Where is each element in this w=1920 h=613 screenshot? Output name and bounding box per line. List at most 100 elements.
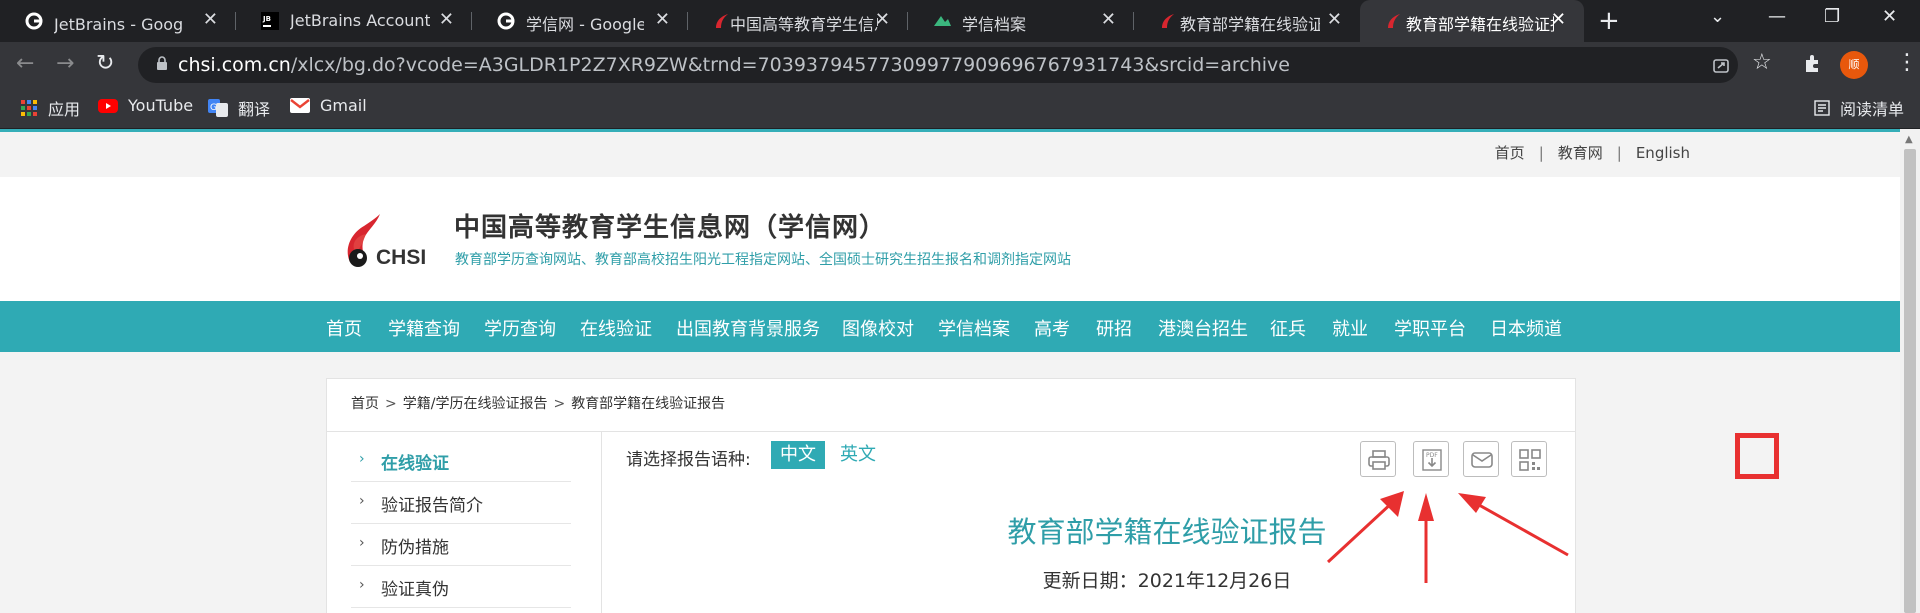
pdf-download-button[interactable]: PDF	[1413, 441, 1449, 477]
bookmark-translate[interactable]: G 翻译	[208, 96, 270, 120]
nav-item-degree-query[interactable]: 学历查询	[484, 315, 556, 341]
email-button[interactable]	[1463, 441, 1499, 477]
gmail-icon	[290, 98, 310, 113]
extensions-icon[interactable]	[1802, 54, 1822, 74]
report-title: 教育部学籍在线验证报告	[1007, 515, 1327, 549]
bookmark-label: YouTube	[128, 96, 194, 115]
chsi-logo[interactable]: CHSI	[336, 214, 436, 270]
new-tab-icon[interactable]: +	[1598, 6, 1620, 36]
bookmark-apps[interactable]: 应用	[20, 96, 80, 120]
avatar[interactable]: 顺	[1840, 51, 1868, 79]
toplink-home[interactable]: 首页	[1495, 144, 1525, 162]
bookmark-youtube[interactable]: YouTube	[98, 96, 193, 115]
browser-tab[interactable]: JB JetBrains Account ✕	[236, 0, 472, 42]
tab-title: 教育部学籍在线验证报	[1180, 15, 1320, 34]
bookmark-label: 翻译	[238, 100, 271, 119]
breadcrumb-current: 教育部学籍在线验证报告	[571, 396, 726, 412]
close-window-icon[interactable]: ✕	[1882, 6, 1897, 27]
nav-item-image-check[interactable]: 图像校对	[842, 315, 914, 341]
more-menu-icon[interactable]: ⋮	[1896, 50, 1918, 75]
svg-text:JB: JB	[262, 15, 271, 23]
close-tab-icon[interactable]: ✕	[1327, 9, 1342, 30]
url-host: chsi.com.cn	[178, 54, 291, 76]
sidebar-item-anti-fake[interactable]: › 防伪措施	[351, 523, 571, 566]
close-tab-icon[interactable]: ✕	[439, 9, 454, 30]
logo-text: CHSI	[376, 246, 426, 269]
page-scrollbar[interactable]: ▲	[1900, 129, 1920, 613]
nav-item-enrollment-query[interactable]: 学籍查询	[388, 315, 460, 341]
sidebar-item-label: 验证真伪	[381, 580, 449, 600]
qrcode-button[interactable]	[1511, 441, 1547, 477]
toplink-edu[interactable]: 教育网	[1558, 144, 1603, 162]
chevron-right-icon: ›	[359, 493, 365, 509]
sidebar-item-label: 防伪措施	[381, 538, 449, 558]
tab-title: 学信档案	[962, 15, 1027, 34]
browser-tab-active[interactable]: 教育部学籍在线验证报 ✕	[1360, 0, 1584, 42]
tab-search-icon[interactable]: ⌄	[1710, 6, 1725, 27]
scrollbar-thumb[interactable]	[1904, 149, 1916, 613]
nav-item-japan[interactable]: 日本频道	[1490, 315, 1562, 341]
web-page: 首页 | 教育网 | English CHSI 中国高等教育学生信息网（学信网） 教育部…	[0, 129, 1900, 613]
nav-item-archive[interactable]: 学信档案	[938, 315, 1010, 341]
apps-grid-icon	[21, 100, 37, 116]
bookmark-label: Gmail	[320, 96, 367, 115]
browser-tab[interactable]: JetBrains - Google 搜 ✕	[0, 0, 236, 42]
breadcrumb-home[interactable]: 首页	[351, 396, 379, 412]
share-icon[interactable]	[1712, 57, 1730, 75]
maximize-icon[interactable]: ❐	[1824, 6, 1840, 27]
bookmark-label: 应用	[48, 100, 81, 119]
chevron-right-icon: ›	[359, 535, 365, 551]
lock-icon	[157, 56, 167, 70]
language-english-button[interactable]: 英文	[831, 441, 885, 469]
chsi-icon	[716, 14, 728, 28]
sidebar-item-report-intro[interactable]: › 验证报告简介	[351, 481, 571, 524]
browser-tab[interactable]: 教育部学籍在线验证报 ✕	[1134, 0, 1360, 42]
nav-item-gaokao[interactable]: 高考	[1034, 315, 1070, 341]
site-title: 中国高等教育学生信息网（学信网）	[454, 213, 887, 243]
nav-item-career[interactable]: 学职平台	[1394, 315, 1466, 341]
browser-tab[interactable]: 中国高等教育学生信息 ✕	[688, 0, 908, 42]
close-tab-icon[interactable]: ✕	[1551, 9, 1566, 30]
close-tab-icon[interactable]: ✕	[655, 9, 670, 30]
nav-item-home[interactable]: 首页	[326, 315, 362, 341]
sidebar-item-verify-authentic[interactable]: › 验证真伪	[351, 565, 571, 608]
close-tab-icon[interactable]: ✕	[203, 9, 218, 30]
forward-icon[interactable]: →	[56, 51, 74, 76]
scroll-up-icon[interactable]: ▲	[1905, 134, 1913, 145]
bookmark-gmail[interactable]: Gmail	[290, 96, 367, 115]
nav-item-hmt[interactable]: 港澳台招生	[1158, 315, 1248, 341]
tab-title: 学信网 - Google 搜索	[526, 15, 644, 34]
browser-tab[interactable]: 学信档案 ✕	[908, 0, 1134, 42]
print-button[interactable]	[1360, 441, 1396, 477]
url-path: /xlcx/bg.do?vcode=A3GLDR1P2Z7XR9ZW&trnd=…	[290, 54, 1290, 76]
reading-list-button[interactable]: 阅读清单	[1814, 96, 1904, 120]
nav-item-online-verify[interactable]: 在线验证	[580, 315, 652, 341]
tab-title: 中国高等教育学生信息	[730, 15, 878, 34]
nav-item-abroad-service[interactable]: 出国教育背景服务	[676, 315, 820, 341]
tab-title: JetBrains - Google 搜	[54, 15, 184, 34]
pdf-download-icon: PDF	[1422, 449, 1442, 471]
language-label: 请选择报告语种:	[626, 450, 751, 470]
bookmark-star-icon[interactable]: ☆	[1752, 50, 1772, 75]
close-tab-icon[interactable]: ✕	[1101, 9, 1116, 30]
chsi-icon	[1162, 14, 1174, 28]
nav-item-jobs[interactable]: 就业	[1332, 315, 1368, 341]
minimize-icon[interactable]: —	[1768, 6, 1786, 27]
jetbrains-icon: JB	[261, 12, 279, 30]
qrcode-icon	[1519, 449, 1541, 471]
close-tab-icon[interactable]: ✕	[875, 9, 890, 30]
top-accent-line	[0, 129, 1900, 132]
toplink-english[interactable]: English	[1636, 144, 1690, 162]
nav-item-military[interactable]: 征兵	[1270, 315, 1306, 341]
chevron-right-icon: ›	[359, 577, 365, 593]
reload-icon[interactable]: ↻	[96, 51, 114, 76]
browser-tab[interactable]: 学信网 - Google 搜索 ✕	[472, 0, 688, 42]
pdf-highlight-box	[1735, 433, 1779, 479]
breadcrumb-verify-report[interactable]: 学籍/学历在线验证报告	[403, 396, 548, 412]
sidebar-item-online-verify[interactable]: › 在线验证	[351, 439, 571, 482]
language-chinese-button[interactable]: 中文	[771, 441, 825, 469]
address-bar[interactable]: chsi.com.cn/xlcx/bg.do?vcode=A3GLDR1P2Z7…	[138, 47, 1738, 83]
main-navigation: 首页 学籍查询 学历查询 在线验证 出国教育背景服务 图像校对 学信档案 高考 …	[0, 301, 1900, 352]
back-icon[interactable]: ←	[16, 51, 34, 76]
nav-item-yanzhao[interactable]: 研招	[1096, 315, 1132, 341]
